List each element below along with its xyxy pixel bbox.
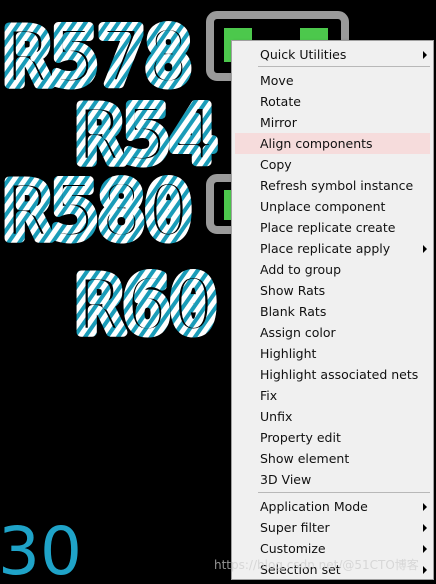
menu-item-label: Place replicate apply (260, 241, 391, 256)
menu-item-add-to-group[interactable]: Add to group (235, 259, 430, 280)
menu-item-highlight[interactable]: Highlight (235, 343, 430, 364)
menu-item-label: Show element (260, 451, 350, 466)
menu-item-show-rats[interactable]: Show Rats (235, 280, 430, 301)
menu-item-label: Move (260, 73, 294, 88)
refdes-r60[interactable]: R60 (72, 257, 222, 356)
menu-item-property-edit[interactable]: Property edit (235, 427, 430, 448)
menu-item-place-replicate-create[interactable]: Place replicate create (235, 217, 430, 238)
submenu-arrow-icon (423, 566, 427, 574)
submenu-arrow-icon (423, 545, 427, 553)
menu-item-super-filter[interactable]: Super filter (235, 517, 430, 538)
menu-item-refresh-symbol-instance[interactable]: Refresh symbol instance (235, 175, 430, 196)
refdes-30[interactable]: 30 (0, 513, 82, 584)
refdes-r578[interactable]: R578 (0, 9, 196, 108)
menu-separator (258, 492, 430, 493)
submenu-arrow-icon (423, 503, 427, 511)
menu-item-align-components[interactable]: Align components (235, 133, 430, 154)
menu-item-label: Application Mode (260, 499, 368, 514)
menu-item-label: Align components (260, 136, 373, 151)
menu-separator (258, 66, 430, 67)
menu-item-quick-utilities[interactable]: Quick Utilities (235, 44, 430, 65)
menu-item-label: Fix (260, 388, 278, 403)
menu-item-label: Assign color (260, 325, 336, 340)
menu-item-label: Highlight (260, 346, 317, 361)
menu-item-label: 3D View (260, 472, 312, 487)
menu-item-unfix[interactable]: Unfix (235, 406, 430, 427)
menu-item-copy[interactable]: Copy (235, 154, 430, 175)
menu-item-fix[interactable]: Fix (235, 385, 430, 406)
menu-item-assign-color[interactable]: Assign color (235, 322, 430, 343)
submenu-arrow-icon (423, 245, 427, 253)
menu-item-label: Copy (260, 157, 292, 172)
menu-item-label: Place replicate create (260, 220, 396, 235)
submenu-arrow-icon (423, 51, 427, 59)
menu-item-label: Rotate (260, 94, 301, 109)
menu-item-label: Highlight associated nets (260, 367, 419, 382)
menu-item-label: Customize (260, 541, 326, 556)
menu-item-move[interactable]: Move (235, 70, 430, 91)
menu-item-label: Add to group (260, 262, 341, 277)
menu-item-label: Mirror (260, 115, 297, 130)
menu-item-application-mode[interactable]: Application Mode (235, 496, 430, 517)
menu-item-3d-view[interactable]: 3D View (235, 469, 430, 490)
menu-item-label: Blank Rats (260, 304, 327, 319)
submenu-arrow-icon (423, 524, 427, 532)
menu-item-place-replicate-apply[interactable]: Place replicate apply (235, 238, 430, 259)
context-menu: Quick Utilities Move Rotate Mirror Align com… (231, 40, 434, 580)
watermark-text: https://blog.csdn.net/@51CTO博客 (214, 558, 419, 572)
menu-item-unplace-component[interactable]: Unplace component (235, 196, 430, 217)
menu-item-show-element[interactable]: Show element (235, 448, 430, 469)
menu-item-highlight-associated-nets[interactable]: Highlight associated nets (235, 364, 430, 385)
refdes-r580[interactable]: R580 (0, 163, 196, 262)
menu-item-rotate[interactable]: Rotate (235, 91, 430, 112)
menu-item-label: Refresh symbol instance (260, 178, 414, 193)
menu-item-label: Unfix (260, 409, 293, 424)
menu-item-label: Super filter (260, 520, 330, 535)
menu-item-label: Quick Utilities (260, 47, 347, 62)
menu-item-label: Unplace component (260, 199, 386, 214)
menu-item-mirror[interactable]: Mirror (235, 112, 430, 133)
menu-item-label: Show Rats (260, 283, 326, 298)
menu-item-blank-rats[interactable]: Blank Rats (235, 301, 430, 322)
menu-item-label: Property edit (260, 430, 341, 445)
